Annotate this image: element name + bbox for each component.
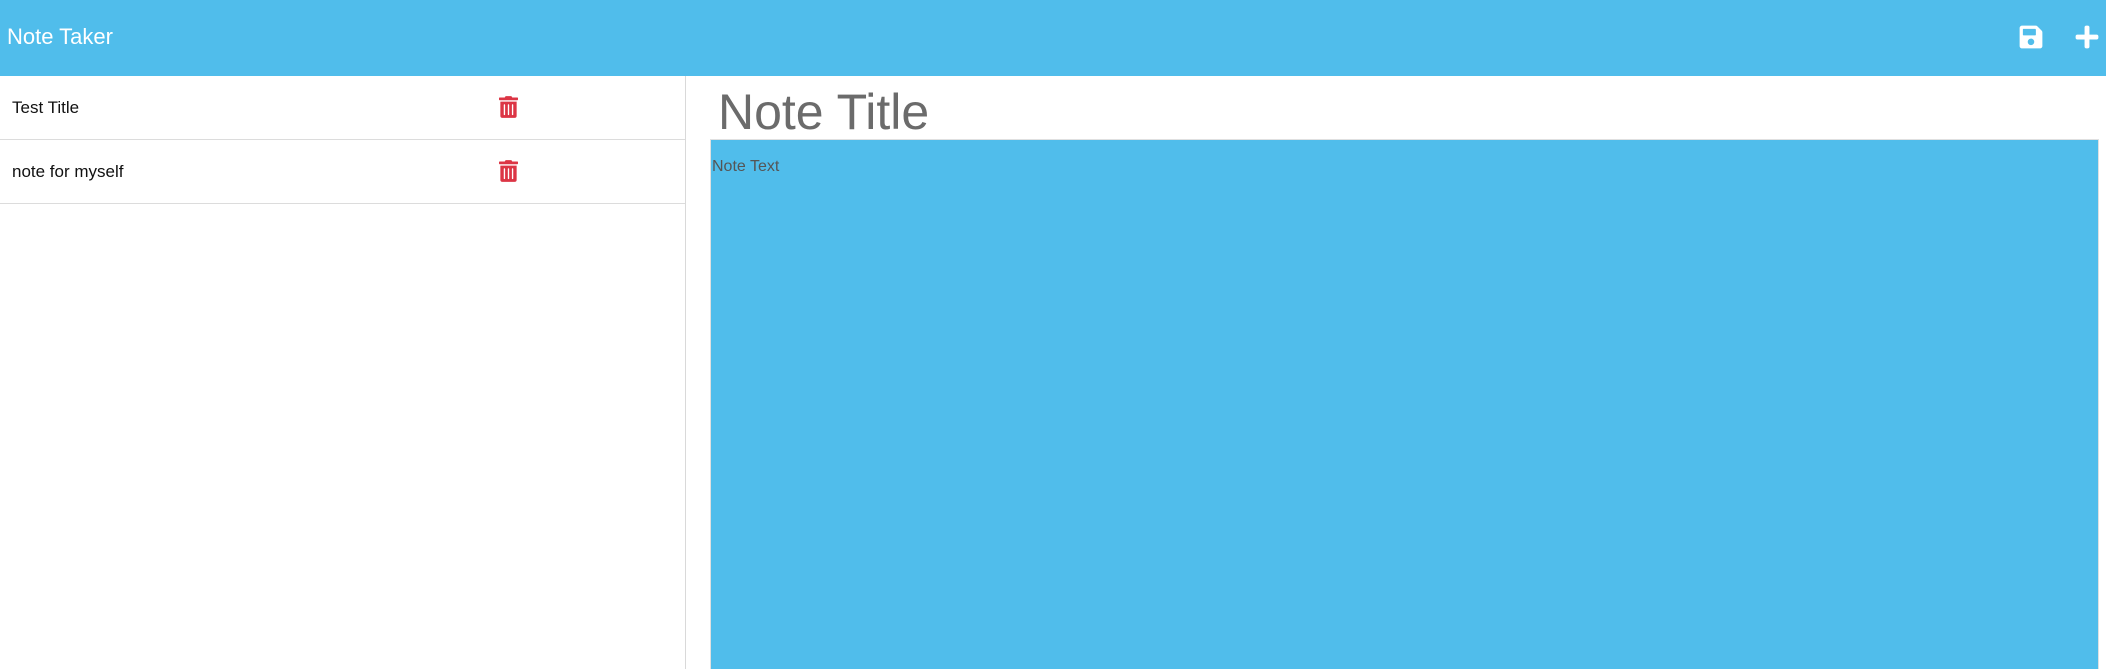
notes-sidebar: Test Title note for myself — [0, 76, 686, 669]
note-item-title[interactable]: note for myself — [12, 162, 124, 182]
trash-icon[interactable] — [499, 96, 518, 118]
list-item[interactable]: Test Title — [0, 76, 685, 140]
note-editor — [687, 76, 2106, 669]
save-icon[interactable] — [2018, 24, 2044, 50]
note-item-title[interactable]: Test Title — [12, 98, 79, 118]
app-brand[interactable]: Note Taker — [7, 24, 113, 50]
note-list: Test Title note for myself — [0, 76, 685, 204]
plus-icon[interactable] — [2074, 24, 2100, 50]
navbar: Note Taker — [0, 0, 2106, 76]
note-text-area[interactable] — [710, 139, 2099, 669]
trash-icon[interactable] — [499, 160, 518, 182]
list-item[interactable]: note for myself — [0, 140, 685, 204]
note-title-input[interactable] — [710, 84, 2080, 140]
